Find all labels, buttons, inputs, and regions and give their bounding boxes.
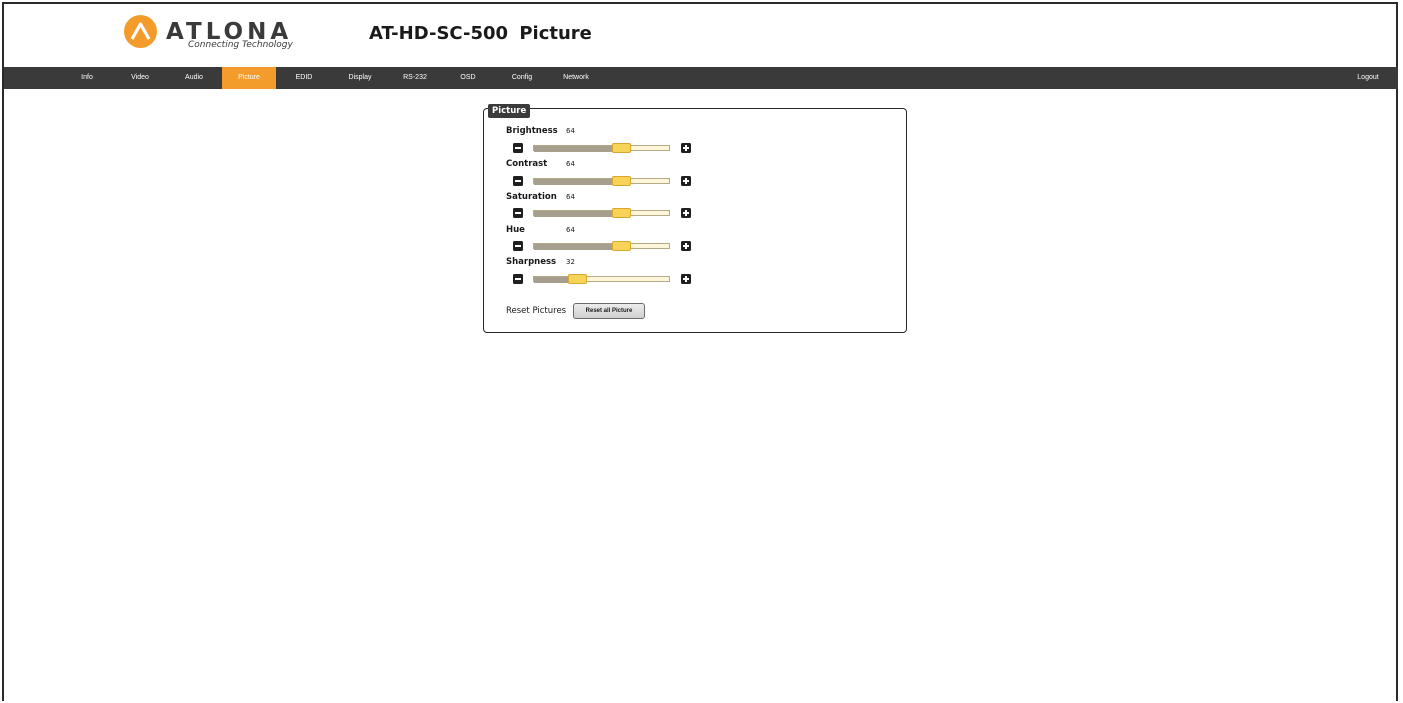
contrast-slider-fill <box>534 178 622 185</box>
hue-increase-button[interactable] <box>681 241 691 251</box>
logout-link[interactable]: Logout <box>1348 67 1388 89</box>
sharpness-slider-thumb[interactable] <box>568 274 588 284</box>
logo-mark-icon <box>124 15 157 48</box>
header: ATLONA Connecting Technology AT-HD-SC-50… <box>0 0 1403 67</box>
logo-tagline: Connecting Technology <box>188 40 293 50</box>
brightness-label: Brightness <box>506 126 558 136</box>
hue-decrease-button[interactable] <box>513 241 523 251</box>
saturation-decrease-button[interactable] <box>513 208 523 218</box>
panel-title: Picture <box>488 104 531 118</box>
nav-item-audio[interactable]: Audio <box>171 67 217 89</box>
saturation-increase-button[interactable] <box>681 208 691 218</box>
nav-item-info[interactable]: Info <box>67 67 107 89</box>
saturation-value: 64 <box>566 193 575 201</box>
hue-slider-thumb[interactable] <box>612 241 632 251</box>
main-nav: Info Video Audio Picture EDID Display RS… <box>4 67 1398 89</box>
sharpness-slider[interactable] <box>533 274 670 284</box>
hue-slider-fill <box>534 243 622 250</box>
nav-item-config[interactable]: Config <box>498 67 546 89</box>
nav-item-rs232[interactable]: RS-232 <box>389 67 441 89</box>
brightness-value: 64 <box>566 127 575 135</box>
nav-item-picture[interactable]: Picture <box>222 67 276 89</box>
sharpness-label: Sharpness <box>506 257 557 267</box>
nav-item-display[interactable]: Display <box>334 67 386 89</box>
contrast-slider-thumb[interactable] <box>612 176 632 186</box>
sharpness-value: 32 <box>566 258 575 266</box>
contrast-decrease-button[interactable] <box>513 176 523 186</box>
brightness-slider-fill <box>534 145 622 152</box>
brightness-slider[interactable] <box>533 143 670 153</box>
nav-item-edid[interactable]: EDID <box>282 67 326 89</box>
nav-item-video[interactable]: Video <box>117 67 163 89</box>
hue-slider[interactable] <box>533 241 670 251</box>
contrast-value: 64 <box>566 160 575 168</box>
hue-label: Hue <box>506 225 525 235</box>
contrast-slider[interactable] <box>533 176 670 186</box>
brightness-decrease-button[interactable] <box>513 143 523 153</box>
saturation-label: Saturation <box>506 192 557 202</box>
nav-item-network[interactable]: Network <box>550 67 602 89</box>
hue-value: 64 <box>566 226 575 234</box>
sharpness-increase-button[interactable] <box>681 274 691 284</box>
brightness-slider-thumb[interactable] <box>612 143 632 153</box>
sharpness-decrease-button[interactable] <box>513 274 523 284</box>
saturation-slider[interactable] <box>533 208 670 218</box>
page-frame <box>2 2 1398 701</box>
reset-all-picture-button[interactable]: Reset all Picture <box>573 303 645 319</box>
contrast-label: Contrast <box>506 159 548 169</box>
nav-item-osd[interactable]: OSD <box>446 67 490 89</box>
saturation-slider-thumb[interactable] <box>612 208 632 218</box>
contrast-increase-button[interactable] <box>681 176 691 186</box>
picture-panel <box>483 108 907 333</box>
page-title: AT-HD-SC-500 Picture <box>369 23 592 44</box>
brightness-increase-button[interactable] <box>681 143 691 153</box>
reset-pictures-label: Reset Pictures <box>506 306 567 316</box>
saturation-slider-fill <box>534 210 622 217</box>
